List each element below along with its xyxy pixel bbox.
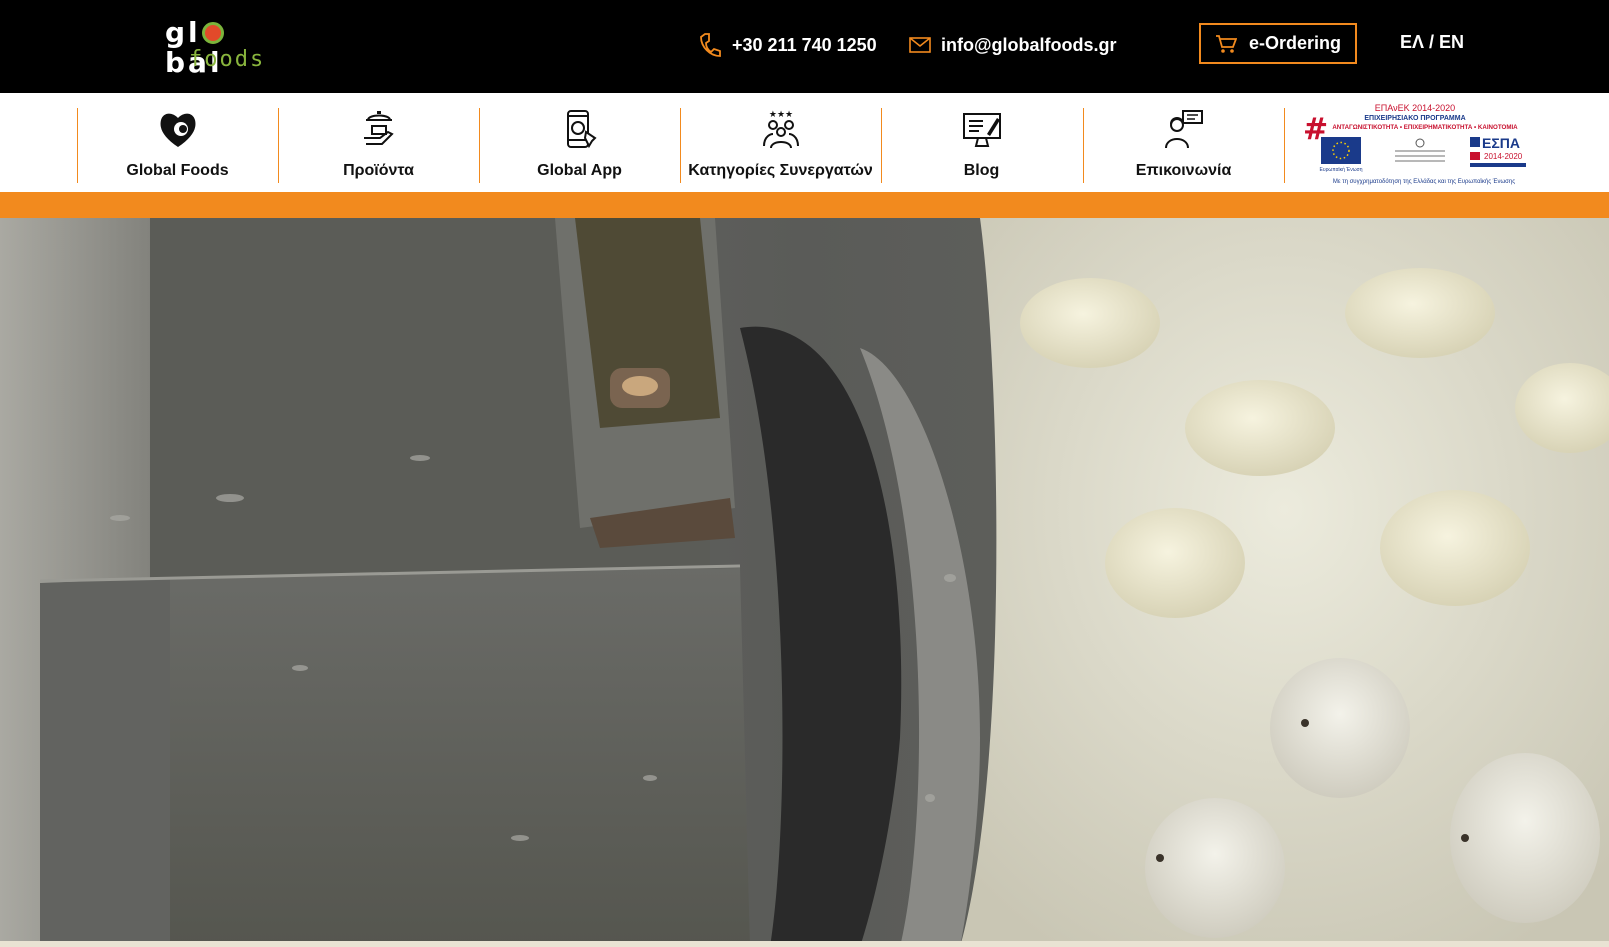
greek-emblem-icon: [1415, 138, 1425, 148]
nav-item-label: Επικοινωνία: [1135, 162, 1232, 179]
phone-link[interactable]: +30 211 740 1250: [698, 30, 877, 60]
phone-icon: [700, 33, 721, 57]
eu-flag-icon: [1321, 137, 1361, 164]
site-logo[interactable]: glbal foods: [165, 16, 280, 78]
espa-axes-text: ΑΝΤΑΓΩΝΙΣΤΙΚΟΤΗΤΑ • ΕΠΙΧΕΙΡΗΜΑΤΙΚΟΤΗΤΑ •…: [1332, 124, 1518, 131]
accent-bar: [0, 192, 1609, 218]
espa-program-text: ΕΠΙΧΕΙΡΗΣΙΑΚΟ ΠΡΟΓΡΑΜΜΑ: [1364, 115, 1465, 122]
nav-item-products[interactable]: Προϊόντα: [278, 108, 478, 183]
mobile-app-icon: [566, 110, 597, 149]
nav-item-label: Global App: [537, 162, 622, 179]
hero-image: [0, 218, 1609, 947]
espa-top-text: ΕΠΑνΕΚ 2014-2020: [1375, 103, 1455, 113]
nav-item-label: Global Foods: [126, 162, 229, 179]
cart-icon: [1215, 34, 1237, 53]
nav-item-partner-categories[interactable]: ★★★ Κατηγορίες Συνεργατών: [680, 108, 880, 183]
nav-item-label: Προϊόντα: [343, 162, 414, 179]
espa-logo-mark: [1470, 137, 1480, 147]
nav-divider: [1284, 108, 1285, 183]
espa-footer-text: Με τη συγχρηματοδότηση της Ελλάδας και τ…: [1333, 178, 1515, 185]
e-ordering-label: e-Ordering: [1248, 33, 1341, 53]
hero-photo-food-machine: [0, 218, 1609, 947]
waiter-tray-icon: [363, 111, 394, 145]
partners-group-icon: ★★★: [762, 110, 799, 149]
eu-label: Ευρωπαϊκή Ένωση: [1320, 166, 1363, 173]
nav-item-global-app[interactable]: Global App: [479, 108, 679, 183]
espa-banner[interactable]: # ΕΠΑνΕΚ 2014-2020 ΕΠΙΧΕΙΡΗΣΙΑΚΟ ΠΡΟΓΡΑΜ…: [1295, 101, 1553, 187]
espa-label: ΕΣΠΑ: [1482, 135, 1520, 151]
e-ordering-button[interactable]: e-Ordering: [1199, 23, 1357, 64]
support-agent-icon: [1164, 110, 1203, 149]
logo-heart-mark: [201, 22, 224, 44]
nav-item-blog[interactable]: Blog: [881, 108, 1081, 183]
logo-subtext: foods: [189, 47, 266, 72]
nav-item-contact[interactable]: Επικοινωνία: [1083, 108, 1283, 183]
logo-text-part1: gl: [165, 16, 201, 49]
global-foods-logo-icon: [160, 113, 195, 147]
email-address: info@globalfoods.gr: [941, 34, 1117, 55]
language-switcher[interactable]: ΕΛ / EN: [1400, 32, 1464, 53]
nav-item-label: Κατηγορίες Συνεργατών: [688, 162, 873, 179]
email-link[interactable]: info@globalfoods.gr: [909, 30, 1117, 60]
nav-item-label: Blog: [963, 162, 1000, 179]
mail-icon: [909, 37, 931, 53]
monitor-blog-icon: [962, 113, 1001, 147]
phone-number: +30 211 740 1250: [732, 34, 877, 55]
top-bar: glbal foods +30 211 740 1250 info@global…: [0, 0, 1609, 93]
svg-text:★★★: ★★★: [768, 110, 792, 120]
espa-years: 2014-2020: [1484, 152, 1523, 161]
nav-item-global-foods[interactable]: Global Foods: [77, 108, 277, 183]
